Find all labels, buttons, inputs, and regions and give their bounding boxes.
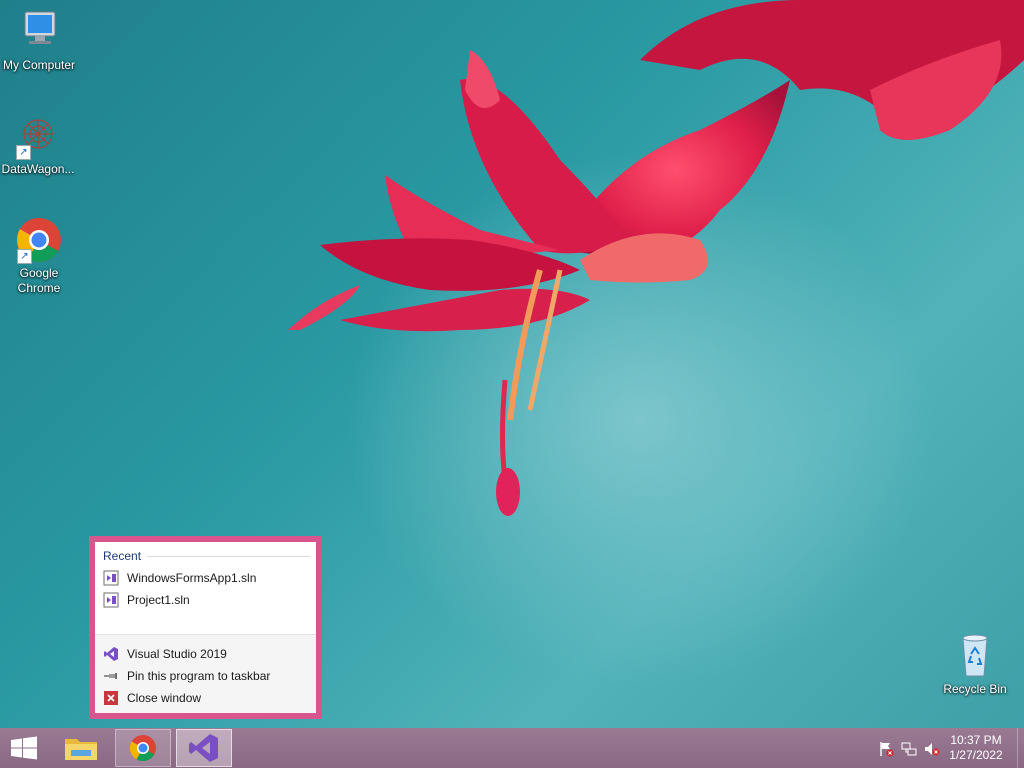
- jump-list-panel: Recent WindowsFormsApp1.sln Project1.sln: [95, 542, 316, 713]
- chrome-icon: ↗: [15, 216, 63, 264]
- clock-date: 1/27/2022: [949, 748, 1003, 762]
- taskbar-clock[interactable]: 10:37 PM 1/27/2022: [944, 733, 1008, 763]
- desktop-icon-google-chrome[interactable]: ↗ Google Chrome: [1, 216, 77, 296]
- jump-list: Recent WindowsFormsApp1.sln Project1.sln: [89, 536, 322, 719]
- shortcut-arrow-icon: ↗: [17, 249, 32, 264]
- datawagon-icon: ↗: [14, 112, 62, 160]
- action-center-flag-icon[interactable]: [878, 741, 894, 757]
- desktop-icon-label: DataWagon...: [1, 162, 75, 176]
- divider: [147, 556, 310, 557]
- taskbar-google-chrome[interactable]: [115, 729, 171, 767]
- desktop-icon-label: Recycle Bin: [943, 682, 1007, 696]
- recycle-bin-icon: [951, 632, 999, 680]
- clock-time: 10:37 PM: [950, 733, 1002, 747]
- jump-list-close-window[interactable]: Close window: [103, 688, 308, 708]
- desktop-icon-label: Google Chrome: [17, 266, 61, 295]
- jump-list-recent-header: Recent: [103, 549, 142, 563]
- chrome-icon: [129, 735, 156, 762]
- close-icon: [104, 691, 118, 705]
- volume-muted-icon[interactable]: [924, 741, 940, 757]
- folder-icon: [65, 739, 97, 760]
- vs-solution-icon: [103, 570, 119, 586]
- desktop-icon-recycle-bin[interactable]: Recycle Bin: [937, 632, 1013, 697]
- visual-studio-icon: [189, 734, 218, 762]
- jump-list-item-label: WindowsFormsApp1.sln: [127, 571, 257, 585]
- desktop-icon-label: My Computer: [2, 58, 76, 72]
- desktop-icon-my-computer[interactable]: My Computer: [1, 8, 77, 73]
- start-button[interactable]: [0, 729, 48, 767]
- shortcut-arrow-icon: ↗: [16, 145, 31, 160]
- jump-list-item-label: Pin this program to taskbar: [127, 669, 271, 683]
- network-icon[interactable]: [901, 741, 917, 757]
- pin-icon: [104, 673, 117, 679]
- visual-studio-icon: [104, 647, 118, 661]
- show-desktop-button[interactable]: [1017, 728, 1024, 768]
- jump-list-item-label: Project1.sln: [127, 593, 190, 607]
- jump-list-item-label: Close window: [127, 691, 202, 705]
- desktop-icon-datawagon[interactable]: ↗ DataWagon...: [0, 112, 76, 177]
- computer-icon: [15, 8, 63, 56]
- taskbar-visual-studio[interactable]: [176, 729, 232, 767]
- taskbar: 10:37 PM 1/27/2022: [0, 728, 1024, 768]
- windows-logo-icon: [11, 736, 37, 760]
- jump-list-open-program[interactable]: Visual Studio 2019: [103, 644, 308, 664]
- jump-list-recent-item[interactable]: Project1.sln: [103, 590, 308, 610]
- jump-list-pin-program[interactable]: Pin this program to taskbar: [103, 666, 308, 686]
- jump-list-recent-item[interactable]: WindowsFormsApp1.sln: [103, 568, 308, 588]
- vs-solution-icon: [103, 592, 119, 608]
- taskbar-file-explorer[interactable]: [53, 729, 109, 767]
- jump-list-item-label: Visual Studio 2019: [127, 647, 227, 661]
